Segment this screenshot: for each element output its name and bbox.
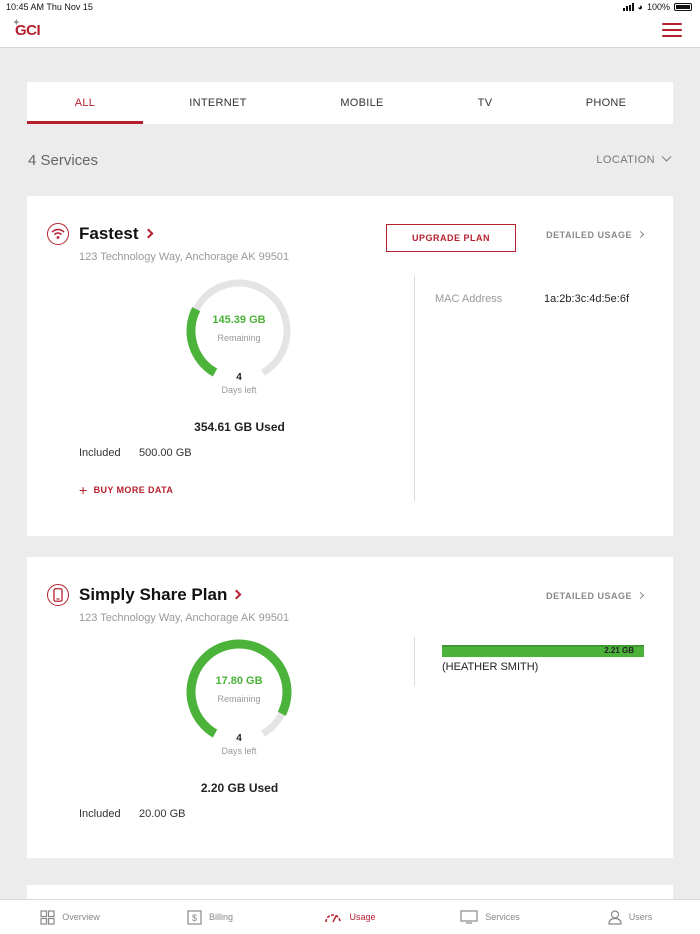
location-label: LOCATION bbox=[596, 154, 655, 166]
gauge-icon bbox=[325, 914, 342, 923]
service-address: 123 Technology Way, Anchorage AK 99501 bbox=[79, 612, 290, 624]
mac-address-label: MAC Address bbox=[435, 293, 503, 305]
days-left-value: 4 bbox=[236, 372, 242, 383]
nav-overview[interactable]: Overview bbox=[0, 900, 140, 934]
included-value: 20.00 GB bbox=[139, 808, 186, 820]
tab-tv[interactable]: TV bbox=[431, 82, 539, 124]
days-left-label: Days left bbox=[221, 746, 257, 756]
status-time: 10:45 AM Thu Nov 15 bbox=[6, 2, 93, 12]
mac-address-value: 1a:2b:3c:4d:5e:6f bbox=[544, 293, 630, 305]
upgrade-plan-button[interactable]: UPGRADE PLAN bbox=[386, 224, 516, 252]
card-divider bbox=[414, 637, 415, 686]
user-icon bbox=[608, 909, 622, 925]
tab-mobile[interactable]: MOBILE bbox=[293, 82, 431, 124]
nav-services[interactable]: Services bbox=[420, 900, 560, 934]
card-divider bbox=[414, 276, 415, 501]
remaining-label: Remaining bbox=[217, 333, 261, 343]
chevron-right-icon bbox=[636, 591, 645, 600]
signal-icon bbox=[622, 3, 634, 11]
usage-gauge: 17.80 GB Remaining 4 Days left bbox=[184, 637, 294, 756]
usage-gauge-ring bbox=[186, 639, 292, 738]
nav-billing[interactable]: $ Billing bbox=[140, 900, 280, 934]
detailed-usage-link[interactable]: DETAILED USAGE bbox=[546, 230, 645, 240]
svg-text:$: $ bbox=[192, 913, 197, 923]
buy-more-data-button[interactable]: + BUY MORE DATA bbox=[79, 482, 173, 498]
days-left-label: Days left bbox=[221, 385, 257, 395]
wifi-service-icon bbox=[47, 223, 69, 245]
service-filter-tabs: ALL INTERNET MOBILE TV PHONE bbox=[27, 82, 673, 124]
user-usage-bar: 2.21 GB bbox=[442, 645, 644, 657]
user-usage-value: 2.21 GB bbox=[604, 646, 634, 655]
detailed-usage-link[interactable]: DETAILED USAGE bbox=[546, 591, 645, 601]
gci-logo[interactable]: ✦ GCI bbox=[13, 18, 41, 39]
chevron-right-icon bbox=[143, 228, 153, 239]
user-name: (HEATHER SMITH) bbox=[442, 661, 539, 673]
chevron-down-icon bbox=[661, 151, 672, 162]
status-indicators: ◕ 100% bbox=[622, 2, 692, 12]
phone-service-icon bbox=[47, 584, 69, 606]
remaining-value: 145.39 GB bbox=[212, 314, 266, 326]
grid-icon bbox=[40, 909, 55, 925]
service-card-internet: Fastest 123 Technology Way, Anchorage AK… bbox=[27, 196, 673, 536]
plus-icon: + bbox=[79, 482, 88, 498]
location-dropdown[interactable]: LOCATION bbox=[596, 151, 672, 166]
services-count: 4 Services bbox=[28, 152, 99, 169]
chevron-right-icon bbox=[231, 589, 242, 600]
plan-name-link[interactable]: Fastest bbox=[79, 224, 153, 244]
tab-internet[interactable]: INTERNET bbox=[143, 82, 293, 124]
included-label: Included bbox=[79, 447, 121, 459]
included-label: Included bbox=[79, 808, 121, 820]
remaining-label: Remaining bbox=[217, 694, 261, 704]
usage-gauge-ring bbox=[186, 279, 291, 377]
dollar-icon: $ bbox=[187, 909, 202, 925]
hamburger-menu-icon[interactable] bbox=[662, 23, 682, 39]
plan-name-link[interactable]: Simply Share Plan bbox=[79, 585, 242, 605]
wifi-icon: ◕ bbox=[637, 2, 643, 12]
tab-all[interactable]: ALL bbox=[27, 82, 143, 124]
tab-phone[interactable]: PHONE bbox=[539, 82, 673, 124]
days-left-value: 4 bbox=[236, 733, 242, 744]
included-value: 500.00 GB bbox=[139, 447, 192, 459]
monitor-icon bbox=[460, 910, 478, 924]
battery-percent: 100% bbox=[646, 2, 670, 12]
used-amount: 2.20 GB Used bbox=[200, 781, 279, 795]
gauge-remaining-arc bbox=[186, 639, 292, 738]
remaining-value: 17.80 GB bbox=[215, 675, 263, 687]
battery-icon bbox=[674, 3, 692, 11]
used-amount: 354.61 GB Used bbox=[194, 420, 285, 434]
app-header: ✦ GCI bbox=[0, 14, 700, 48]
service-address: 123 Technology Way, Anchorage AK 99501 bbox=[79, 251, 290, 263]
nav-users[interactable]: Users bbox=[560, 900, 700, 934]
logo-swoosh-icon: ✦ bbox=[13, 18, 20, 27]
chevron-right-icon bbox=[636, 230, 645, 239]
status-bar: 10:45 AM Thu Nov 15 ◕ 100% bbox=[0, 0, 700, 14]
nav-usage[interactable]: Usage bbox=[280, 900, 420, 934]
bottom-navigation: Overview $ Billing Usage Services Users bbox=[0, 899, 700, 934]
service-card-mobile: Simply Share Plan 123 Technology Way, An… bbox=[27, 557, 673, 858]
usage-gauge: 145.39 GB Remaining 4 Days left bbox=[184, 276, 294, 395]
